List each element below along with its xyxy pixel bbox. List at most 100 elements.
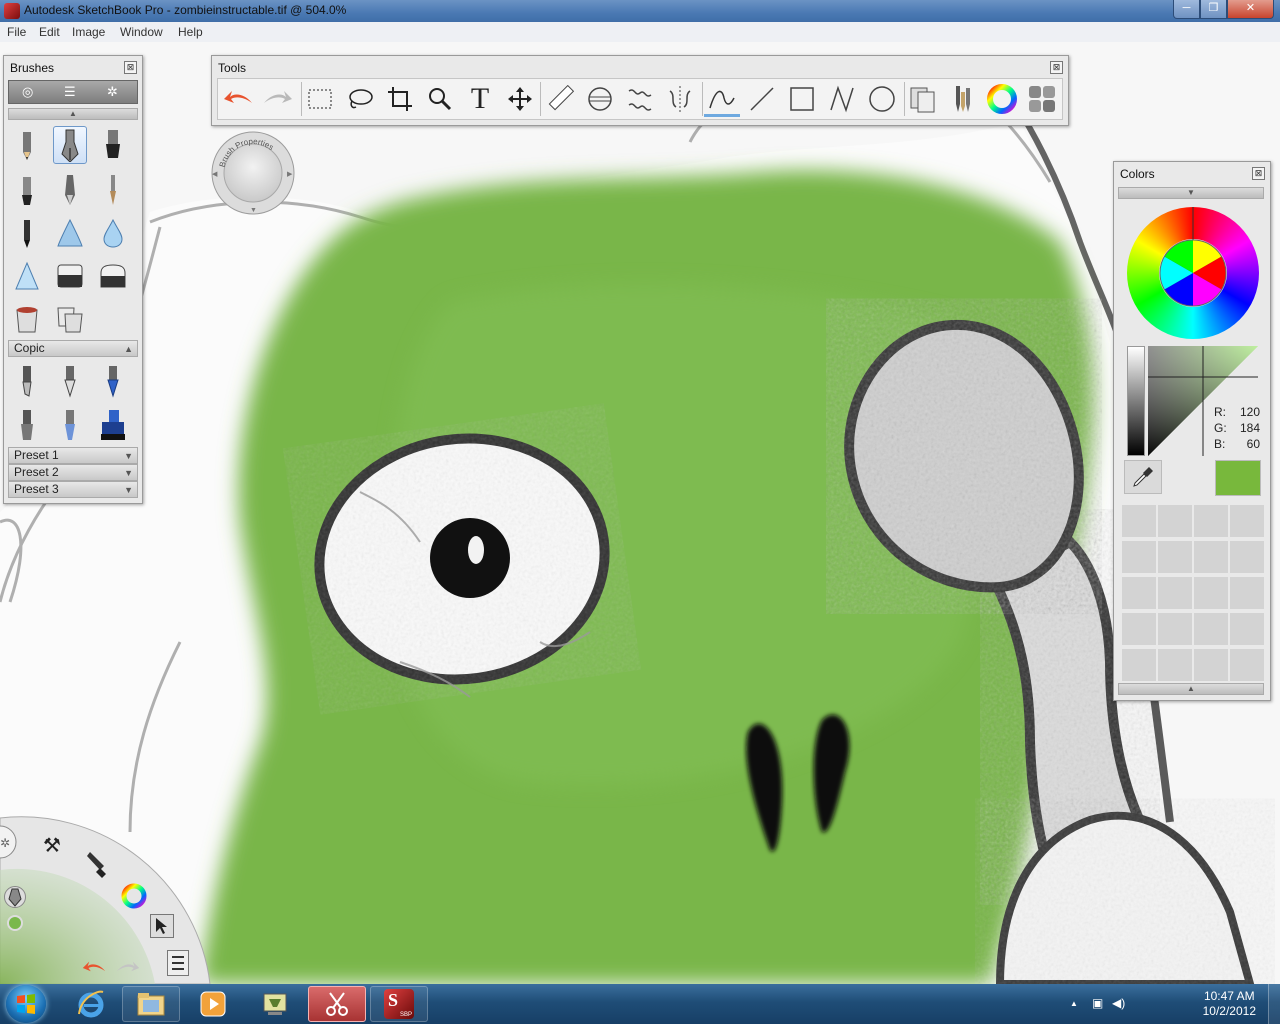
- color-swatch-slot[interactable]: [1193, 648, 1229, 682]
- ballpoint-brush[interactable]: [53, 171, 87, 209]
- taskbar-media-player[interactable]: [184, 986, 242, 1022]
- taskbar-internet-explorer[interactable]: [62, 986, 120, 1022]
- lagoon-pen-icon[interactable]: [4, 886, 26, 908]
- show-desktop-button[interactable]: [1268, 984, 1280, 1024]
- brush-palette-icon[interactable]: ✲: [107, 84, 118, 100]
- lagoon-undo-icon[interactable]: [80, 960, 108, 979]
- pencil-brush[interactable]: [10, 126, 44, 164]
- preset-2-section[interactable]: Preset 2 ▼: [8, 464, 138, 481]
- lagoon-tools-icon[interactable]: ⚒: [43, 833, 61, 858]
- lagoon-menu-icon[interactable]: [167, 950, 189, 976]
- menu-edit[interactable]: Edit: [39, 25, 60, 39]
- colors-collapse-arrow[interactable]: ▼: [1118, 187, 1264, 199]
- current-color-swatch[interactable]: [1215, 460, 1261, 496]
- smudge-brush[interactable]: [10, 257, 44, 295]
- eyedropper-button[interactable]: [1124, 460, 1162, 494]
- brightness-strip[interactable]: [1127, 346, 1145, 456]
- brush-library-button[interactable]: [945, 81, 981, 117]
- felt-tip-brush[interactable]: [10, 171, 44, 209]
- color-wheel[interactable]: [1126, 206, 1260, 340]
- copic-marker-2[interactable]: [53, 362, 87, 400]
- taskbar-sketchbook-pro[interactable]: S SBP: [370, 986, 428, 1022]
- lagoon-color-icon[interactable]: [120, 882, 148, 913]
- copic-marker-5[interactable]: [53, 406, 87, 444]
- fill-bucket-brush[interactable]: [10, 300, 44, 338]
- lasso-tool[interactable]: [342, 81, 378, 117]
- pen-brush-selected[interactable]: [53, 126, 87, 164]
- lagoon-brush-icon[interactable]: [86, 850, 112, 883]
- minimize-button[interactable]: ─: [1173, 0, 1200, 19]
- rect-select-tool[interactable]: [302, 81, 338, 117]
- redo-button[interactable]: [260, 81, 296, 117]
- color-swatch-slot[interactable]: [1121, 612, 1157, 646]
- line-tool[interactable]: [744, 81, 780, 117]
- swatches-scroll-arrow[interactable]: ▲: [1118, 683, 1264, 695]
- start-button[interactable]: [6, 985, 46, 1023]
- color-wheel-button[interactable]: [984, 81, 1020, 117]
- color-swatch-slot[interactable]: [1157, 648, 1193, 682]
- move-tool[interactable]: [502, 81, 538, 117]
- menu-image[interactable]: Image: [72, 25, 105, 39]
- lagoon-redo-icon[interactable]: [114, 960, 142, 979]
- tools-close-button[interactable]: ⊠: [1050, 61, 1063, 74]
- ruler-tool[interactable]: [542, 81, 578, 117]
- preset-1-section[interactable]: Preset 1 ▼: [8, 447, 138, 464]
- color-swatch-slot[interactable]: [1121, 540, 1157, 574]
- fine-pen-brush[interactable]: [10, 214, 44, 252]
- airbrush-brush[interactable]: [53, 214, 87, 252]
- red-value[interactable]: 120: [1240, 405, 1260, 419]
- colors-close-button[interactable]: ⊠: [1252, 167, 1265, 180]
- swatches-button[interactable]: [1024, 81, 1060, 117]
- french-curve-tool[interactable]: [622, 81, 658, 117]
- blue-value[interactable]: 60: [1247, 437, 1260, 451]
- clock[interactable]: 10:47 AM 10/2/2012: [1203, 989, 1256, 1019]
- scroll-up-arrow[interactable]: ▲: [8, 108, 138, 120]
- network-icon[interactable]: ▣: [1092, 996, 1103, 1010]
- color-swatch-slot[interactable]: [1193, 612, 1229, 646]
- copic-marker-1[interactable]: [10, 362, 44, 400]
- layers-button[interactable]: [905, 81, 941, 117]
- color-swatch-slot[interactable]: [1121, 648, 1157, 682]
- menu-help[interactable]: Help: [178, 25, 203, 39]
- paintbrush-brush[interactable]: [96, 171, 130, 209]
- color-swatch-slot[interactable]: [1157, 504, 1193, 538]
- color-swatch-slot[interactable]: [1229, 504, 1265, 538]
- brush-settings-icon[interactable]: ☰: [64, 84, 76, 100]
- soft-eraser-brush[interactable]: [96, 257, 130, 295]
- color-swatch-slot[interactable]: [1229, 576, 1265, 610]
- show-hidden-icons-button[interactable]: ▲: [1070, 999, 1078, 1008]
- volume-icon[interactable]: ◀): [1112, 996, 1125, 1010]
- gradient-fill-brush[interactable]: [53, 300, 87, 338]
- close-button[interactable]: ✕: [1227, 0, 1274, 19]
- color-swatch-slot[interactable]: [1121, 576, 1157, 610]
- crop-tool[interactable]: [382, 81, 418, 117]
- copic-marker-6[interactable]: [96, 406, 130, 444]
- menu-file[interactable]: File: [7, 25, 26, 39]
- color-swatch-slot[interactable]: [1229, 612, 1265, 646]
- menu-window[interactable]: Window: [120, 25, 163, 39]
- copic-marker-4[interactable]: [10, 406, 44, 444]
- ellipse-guide-tool[interactable]: [582, 81, 618, 117]
- lagoon-select-icon[interactable]: [150, 914, 174, 938]
- color-swatch-slot[interactable]: [1157, 612, 1193, 646]
- color-swatch-slot[interactable]: [1229, 540, 1265, 574]
- copic-marker-3[interactable]: [96, 362, 130, 400]
- hard-eraser-brush[interactable]: [53, 257, 87, 295]
- copic-section-header[interactable]: Copic ▲: [8, 340, 138, 357]
- marker-brush[interactable]: [96, 126, 130, 164]
- color-swatch-slot[interactable]: [1193, 576, 1229, 610]
- color-swatch-slot[interactable]: [1157, 576, 1193, 610]
- green-value[interactable]: 184: [1240, 421, 1260, 435]
- zoom-tool[interactable]: [422, 81, 458, 117]
- brush-properties-puck[interactable]: Brush Properties ▼ ◀ ▶: [210, 130, 296, 216]
- ellipse-tool[interactable]: [864, 81, 900, 117]
- lagoon-current-color-dot[interactable]: [7, 915, 23, 931]
- color-swatch-slot[interactable]: [1193, 504, 1229, 538]
- taskbar-snipping-tool[interactable]: [308, 986, 366, 1022]
- brushes-close-button[interactable]: ⊠: [124, 61, 137, 74]
- curve-tool-selected[interactable]: [704, 81, 740, 117]
- color-swatch-slot[interactable]: [1193, 540, 1229, 574]
- water-brush[interactable]: [96, 214, 130, 252]
- rectangle-tool[interactable]: [784, 81, 820, 117]
- color-swatch-slot[interactable]: [1121, 504, 1157, 538]
